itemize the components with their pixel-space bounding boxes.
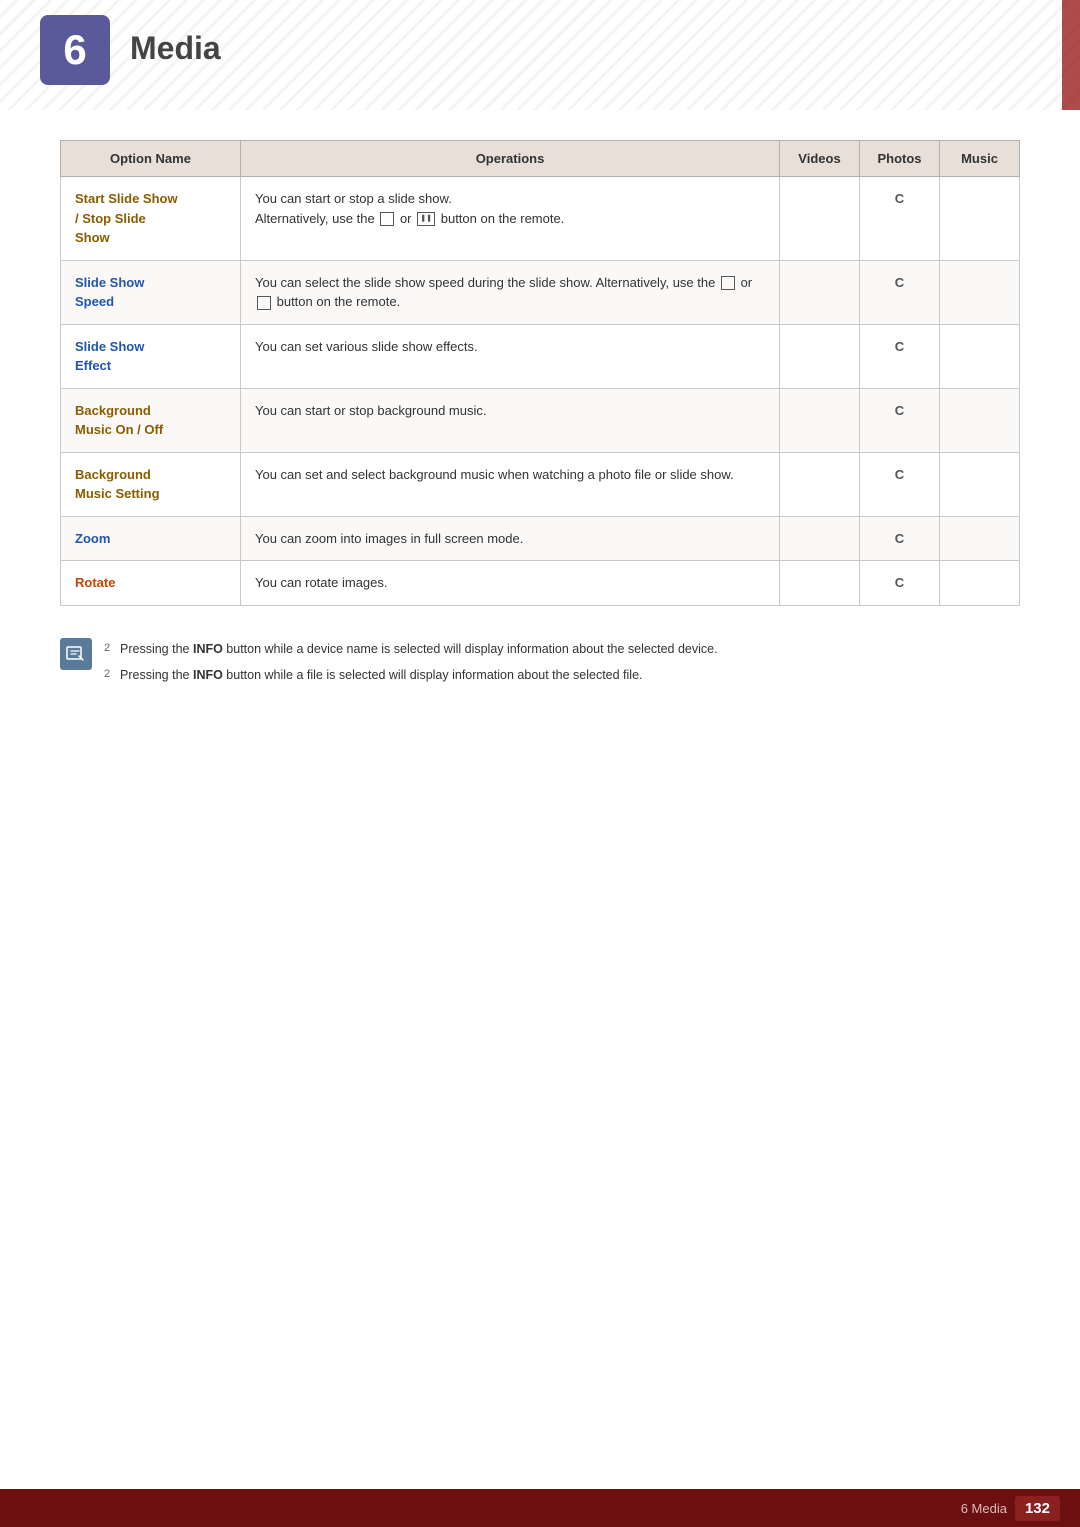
photos-cell: C bbox=[860, 260, 940, 324]
option-name-cell: Rotate bbox=[61, 561, 241, 606]
option-name-cell: BackgroundMusic Setting bbox=[61, 452, 241, 516]
page-footer: 6 Media 132 bbox=[0, 1489, 1080, 1527]
col-header-option: Option Name bbox=[61, 141, 241, 177]
option-label: BackgroundMusic Setting bbox=[75, 467, 160, 502]
videos-cell bbox=[780, 324, 860, 388]
videos-cell bbox=[780, 561, 860, 606]
photos-cell: C bbox=[860, 177, 940, 261]
option-label: Slide ShowSpeed bbox=[75, 275, 144, 310]
table-row: Zoom You can zoom into images in full sc… bbox=[61, 516, 1020, 561]
col-header-operations: Operations bbox=[241, 141, 780, 177]
header-accent-bar bbox=[1062, 0, 1080, 110]
option-name-cell: Slide ShowEffect bbox=[61, 324, 241, 388]
music-cell bbox=[940, 516, 1020, 561]
option-name-cell: Slide ShowSpeed bbox=[61, 260, 241, 324]
pause-icon bbox=[417, 212, 435, 226]
operations-cell: You can select the slide show speed duri… bbox=[241, 260, 780, 324]
option-name-cell: Start Slide Show/ Stop SlideShow bbox=[61, 177, 241, 261]
note-item: Pressing the INFO button while a file is… bbox=[104, 662, 1020, 688]
col-header-photos: Photos bbox=[860, 141, 940, 177]
option-label: Slide ShowEffect bbox=[75, 339, 144, 374]
music-cell bbox=[940, 324, 1020, 388]
table-row: BackgroundMusic On / Off You can start o… bbox=[61, 388, 1020, 452]
page-header: 6 Media bbox=[0, 0, 1080, 110]
footer-page-number: 132 bbox=[1015, 1496, 1060, 1521]
videos-cell bbox=[780, 452, 860, 516]
col-header-videos: Videos bbox=[780, 141, 860, 177]
operations-cell: You can start or stop background music. bbox=[241, 388, 780, 452]
page-title: Media bbox=[130, 30, 221, 67]
videos-cell bbox=[780, 516, 860, 561]
option-name-cell: BackgroundMusic On / Off bbox=[61, 388, 241, 452]
play-icon bbox=[380, 212, 394, 226]
chapter-badge: 6 bbox=[40, 15, 110, 85]
videos-cell bbox=[780, 260, 860, 324]
note-icon bbox=[60, 638, 92, 670]
option-label: Rotate bbox=[75, 575, 115, 590]
main-content: Option Name Operations Videos Photos Mus… bbox=[0, 110, 1080, 748]
photos-cell: C bbox=[860, 516, 940, 561]
music-cell bbox=[940, 452, 1020, 516]
music-cell bbox=[940, 177, 1020, 261]
option-name-cell: Zoom bbox=[61, 516, 241, 561]
col-header-music: Music bbox=[940, 141, 1020, 177]
videos-cell bbox=[780, 388, 860, 452]
option-label: BackgroundMusic On / Off bbox=[75, 403, 163, 438]
table-row: Rotate You can rotate images. C bbox=[61, 561, 1020, 606]
operations-cell: You can set and select background music … bbox=[241, 452, 780, 516]
option-label: Start Slide Show/ Stop SlideShow bbox=[75, 191, 178, 245]
operations-cell: You can rotate images. bbox=[241, 561, 780, 606]
music-cell bbox=[940, 388, 1020, 452]
footer-label: 6 Media bbox=[961, 1501, 1007, 1516]
operations-cell: You can zoom into images in full screen … bbox=[241, 516, 780, 561]
music-cell bbox=[940, 260, 1020, 324]
photos-cell: C bbox=[860, 452, 940, 516]
table-row: BackgroundMusic Setting You can set and … bbox=[61, 452, 1020, 516]
feature-table: Option Name Operations Videos Photos Mus… bbox=[60, 140, 1020, 606]
operations-cell: You can set various slide show effects. bbox=[241, 324, 780, 388]
back-icon bbox=[257, 296, 271, 310]
photos-cell: C bbox=[860, 561, 940, 606]
note-item: Pressing the INFO button while a device … bbox=[104, 636, 1020, 662]
notes-section: Pressing the INFO button while a device … bbox=[60, 636, 1020, 688]
music-cell bbox=[940, 561, 1020, 606]
forward-icon bbox=[721, 276, 735, 290]
videos-cell bbox=[780, 177, 860, 261]
photos-cell: C bbox=[860, 388, 940, 452]
table-row: Slide ShowSpeed You can select the slide… bbox=[61, 260, 1020, 324]
notes-list: Pressing the INFO button while a device … bbox=[104, 636, 1020, 688]
option-label: Zoom bbox=[75, 531, 110, 546]
table-row: Slide ShowEffect You can set various sli… bbox=[61, 324, 1020, 388]
photos-cell: C bbox=[860, 324, 940, 388]
operations-cell: You can start or stop a slide show. Alte… bbox=[241, 177, 780, 261]
table-row: Start Slide Show/ Stop SlideShow You can… bbox=[61, 177, 1020, 261]
